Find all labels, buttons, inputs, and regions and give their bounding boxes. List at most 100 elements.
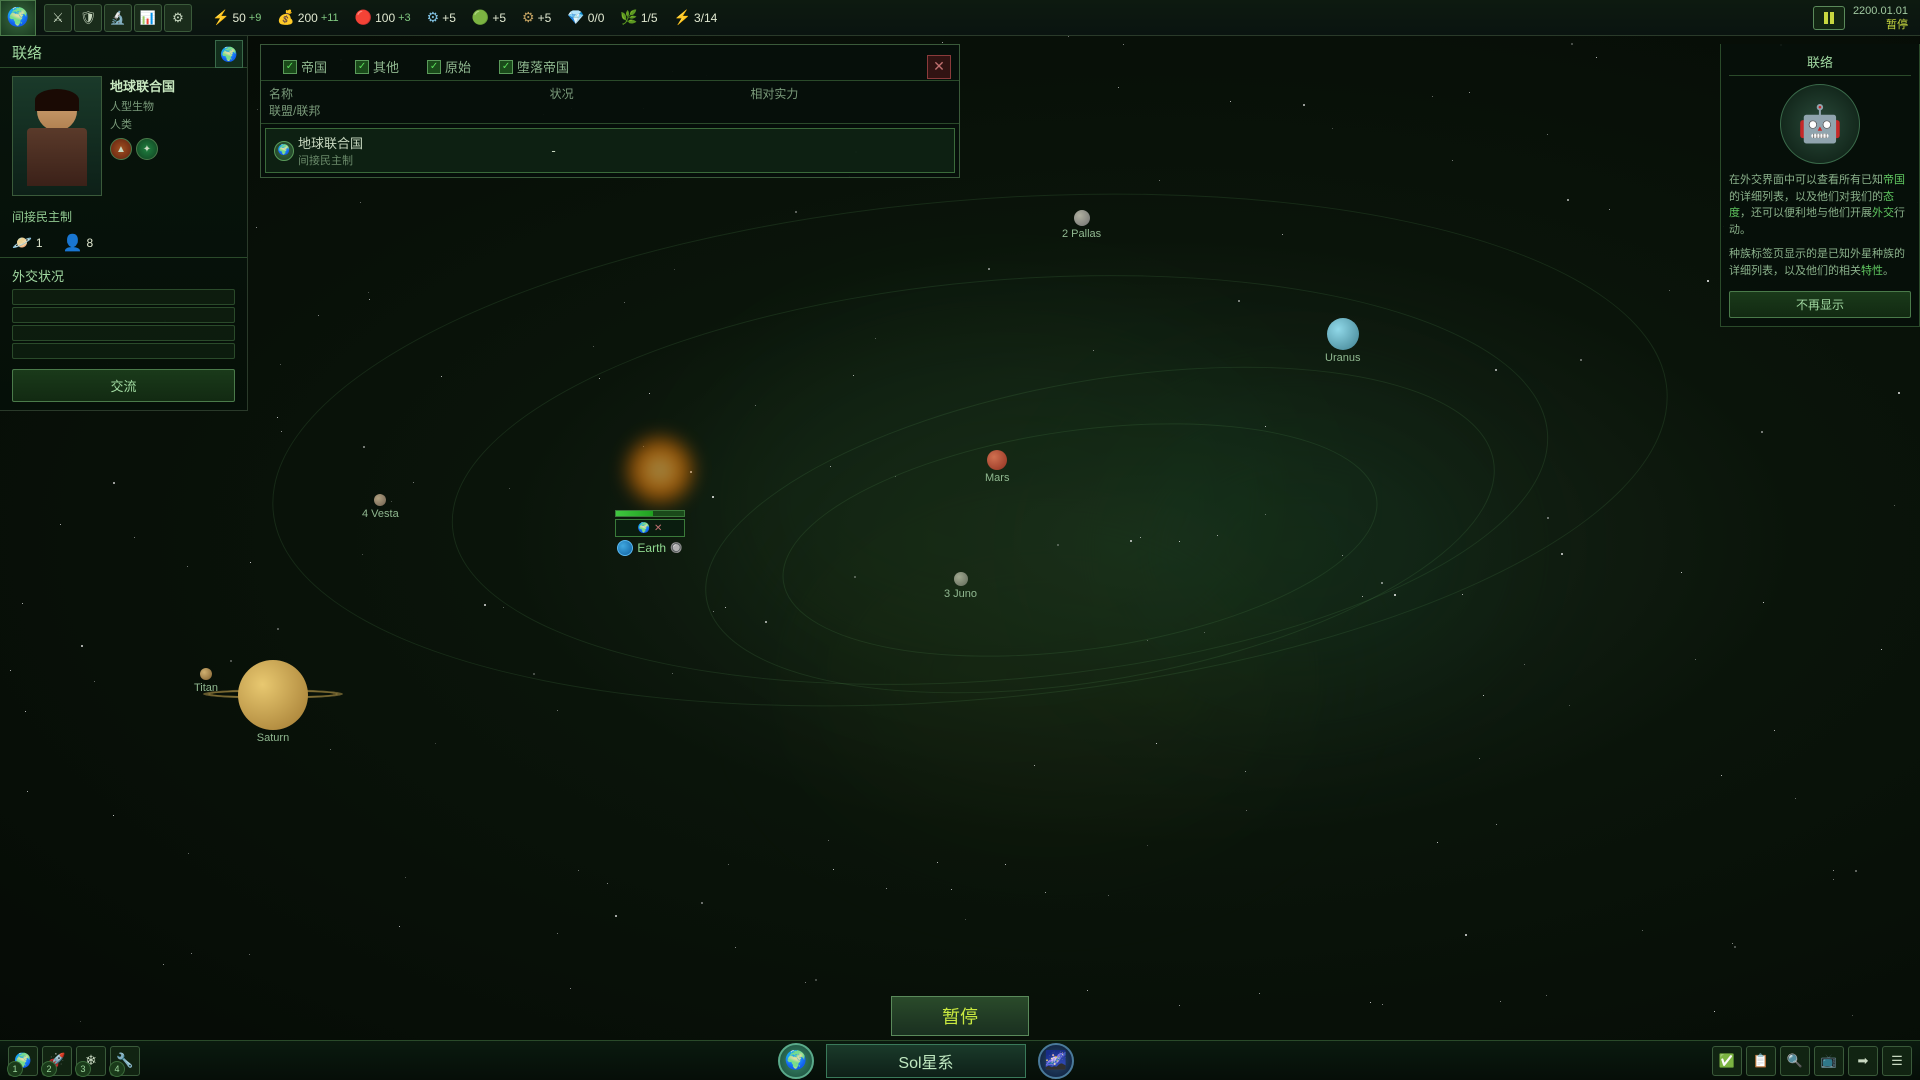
planet-stat-value: 1 [36, 236, 43, 250]
row-empire-name: 🌍 地球联合国 间接民主制 [274, 133, 471, 168]
tab-empire[interactable]: ✓ 帝国 [269, 53, 341, 80]
tab-empire-label: 帝国 [301, 57, 327, 76]
bottom-badge-2: 2 [41, 1061, 57, 1077]
stat-pops: 👤 8 [63, 233, 94, 253]
earth-indicator[interactable]: 🌍 ✕ Earth 🔘 [615, 510, 685, 556]
planet-stat-icon: 🪐 [12, 233, 32, 253]
influence-icon: ⚙ [522, 9, 535, 26]
energy-value: 50 [232, 11, 245, 25]
row-status: - [551, 143, 748, 158]
earth-progress-bar [615, 510, 685, 517]
row-empire-title: 地球联合国 [298, 133, 363, 152]
planet-pallas[interactable]: 2 Pallas [1062, 210, 1101, 240]
bottom-right-icon-5[interactable]: ➡ [1848, 1046, 1878, 1076]
diplo-bar-1 [12, 289, 235, 305]
top-icon-1[interactable]: ⚔ [44, 4, 72, 32]
tab-other[interactable]: ✓ 其他 [341, 53, 413, 80]
pause-center-badge: 暂停 [891, 996, 1029, 1036]
tab-empire-check: ✓ [283, 60, 297, 74]
bottom-right-icon-1[interactable]: ✅ [1712, 1046, 1742, 1076]
minerals-value: 200 [298, 11, 318, 25]
no-show-button[interactable]: 不再显示 [1729, 291, 1911, 318]
bottom-right-icon-6[interactable]: ☰ [1882, 1046, 1912, 1076]
planet-vesta[interactable]: 4 Vesta [362, 494, 399, 520]
alloy-icon: 💎 [567, 9, 584, 26]
resources-bar: ⚡ 50 +9 💰 200 +11 🔴 100 +3 ⚙ +5 🟢 +5 ⚙ +… [200, 9, 729, 26]
bottom-badge-4: 4 [109, 1061, 125, 1077]
empire-corner-icon[interactable]: 🌍 [215, 40, 243, 68]
empire-icon[interactable]: 🌍 [0, 0, 36, 36]
dialog-close-button[interactable]: ✕ [927, 55, 951, 79]
planet-juno[interactable]: 3 Juno [944, 572, 977, 600]
res-volatile: ⚡ 3/14 [674, 9, 718, 26]
empire-avatar[interactable] [12, 76, 102, 196]
diplo-bar-2 [12, 307, 235, 323]
galaxy-icon[interactable]: 🌌 [1038, 1043, 1074, 1079]
bottom-right-icon-3[interactable]: 🔍 [1780, 1046, 1810, 1076]
alloy-value: 0/0 [588, 11, 605, 25]
bottom-badge-3: 3 [75, 1061, 91, 1077]
system-globe-icon[interactable]: 🌍 [778, 1043, 814, 1079]
planet-titan[interactable]: Titan [194, 668, 218, 694]
earth-name-label: Earth [637, 541, 666, 555]
contact-row-0[interactable]: 🌍 地球联合国 间接民主制 - [265, 128, 955, 173]
contact-dialog: ✓ 帝国 ✓ 其他 ✓ 原始 ✓ 堕落帝国 ✕ 名称 状况 相对实力 联盟/联邦… [260, 44, 960, 178]
top-icon-2[interactable]: 🛡 [74, 4, 102, 32]
tab-other-label: 其他 [373, 57, 399, 76]
planet-mars-label: Mars [985, 472, 1009, 484]
system-name-text: Sol星系 [898, 1055, 953, 1072]
planet-pallas-label: 2 Pallas [1062, 228, 1101, 240]
influence-value: +5 [538, 11, 552, 25]
planet-juno-label: 3 Juno [944, 588, 977, 600]
top-icon-5[interactable]: ⚙ [164, 4, 192, 32]
top-icon-4[interactable]: 📊 [134, 4, 162, 32]
res-food: 🔴 100 +3 [355, 9, 411, 26]
info-text-2: 种族标签页显示的是已知外星种族的详细列表，以及他们的相关特性。 [1729, 246, 1911, 279]
research-value: +5 [442, 11, 456, 25]
bottom-badge-1: 1 [7, 1061, 23, 1077]
exchange-button[interactable]: 交流 [12, 369, 235, 402]
left-panel: 联络 地球联合国 人型生物 人类 ▲ ✦ 🌍 间接民主制 [0, 36, 248, 411]
bottom-right-icon-4[interactable]: 📺 [1814, 1046, 1844, 1076]
tab-primitive-label: 原始 [445, 57, 471, 76]
bottom-icon-3[interactable]: ❄ 3 [76, 1046, 106, 1076]
info-avatar: 🤖 [1780, 84, 1860, 164]
top-icon-3[interactable]: 🔬 [104, 4, 132, 32]
planet-vesta-label: 4 Vesta [362, 508, 399, 520]
earth-planet-icon [617, 540, 633, 556]
pop-stat-value: 8 [87, 236, 94, 250]
bottom-left-icons: 🌍 1 🚀 2 ❄ 3 🔧 4 [0, 1046, 148, 1076]
pause-button[interactable] [1813, 6, 1845, 30]
planet-uranus[interactable]: Uranus [1325, 318, 1360, 364]
tab-primitive[interactable]: ✓ 原始 [413, 53, 485, 80]
earth-selector-x: ✕ [654, 523, 662, 534]
bottom-right-icons: ✅ 📋 🔍 📺 ➡ ☰ [1704, 1046, 1920, 1076]
planet-saturn[interactable]: Saturn [238, 660, 308, 744]
date-value: 2200.01.01 [1853, 4, 1908, 18]
diplo-bar-3 [12, 325, 235, 341]
unity-value: +5 [492, 11, 506, 25]
earth-globe-icon: 🌍 [638, 523, 650, 534]
planet-mars[interactable]: Mars [985, 450, 1009, 484]
pause-bar-1 [1824, 12, 1828, 24]
bottom-icon-1[interactable]: 🌍 1 [8, 1046, 38, 1076]
tab-fallen-label: 堕落帝国 [517, 57, 569, 76]
volatile-value: 3/14 [694, 11, 717, 25]
diplo-status-title: 外交状况 [0, 257, 247, 289]
res-alloy: 💎 0/0 [567, 9, 604, 26]
bottom-right-icon-2[interactable]: 📋 [1746, 1046, 1776, 1076]
bottom-bar: 🌍 1 🚀 2 ❄ 3 🔧 4 🌍 Sol星系 🌌 ✅ 📋 🔍 📺 ➡ ☰ [0, 1040, 1920, 1080]
col-arrow [470, 85, 550, 102]
topbar: 🌍 ⚔ 🛡 🔬 📊 ⚙ ⚡ 50 +9 💰 200 +11 🔴 100 +3 ⚙… [0, 0, 1920, 36]
bottom-icon-4[interactable]: 🔧 4 [110, 1046, 140, 1076]
energy-income: +9 [249, 12, 262, 24]
earth-selector[interactable]: 🌍 ✕ [615, 519, 685, 537]
tab-fallen[interactable]: ✓ 堕落帝国 [485, 53, 583, 80]
stats-row: 🪐 1 👤 8 [0, 229, 247, 257]
bottom-icon-2[interactable]: 🚀 2 [42, 1046, 72, 1076]
food-income: +3 [398, 12, 411, 24]
consumer-icon: 🌿 [620, 9, 637, 26]
badge-ethics-1[interactable]: ▲ [110, 138, 132, 160]
datetime-display: 2200.01.01 暂停 [1853, 4, 1908, 32]
badge-ethics-2[interactable]: ✦ [136, 138, 158, 160]
